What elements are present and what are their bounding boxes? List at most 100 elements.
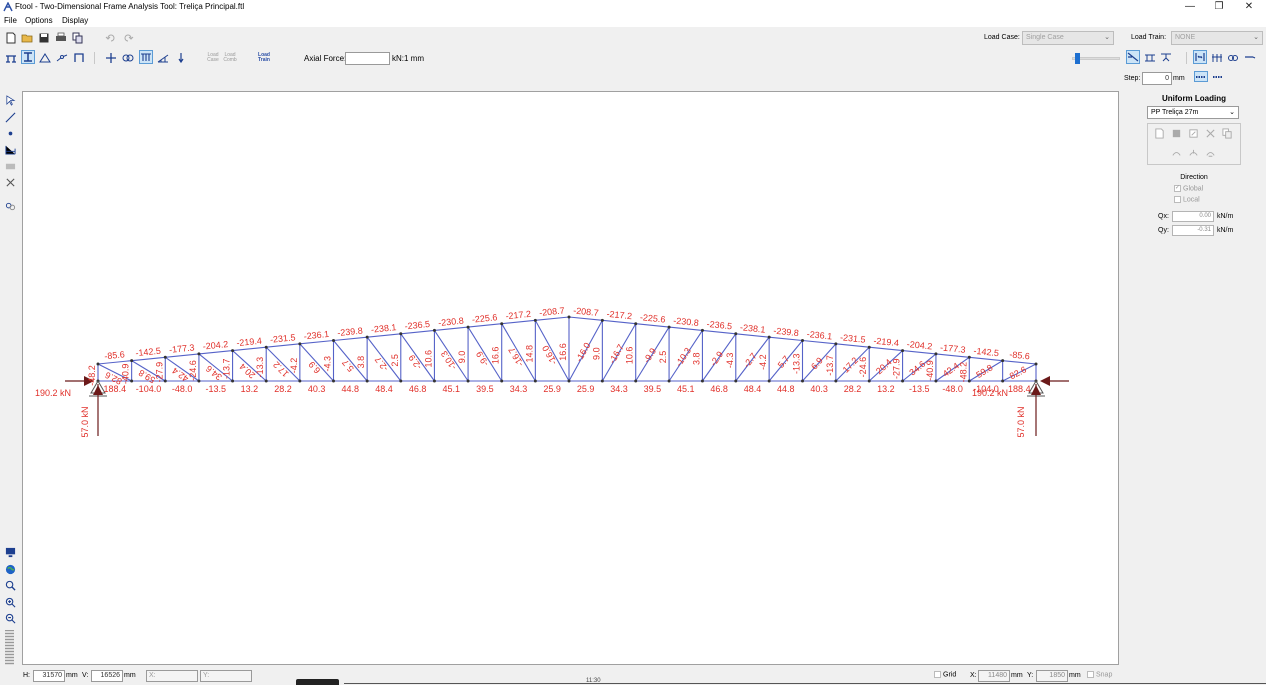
close-button[interactable]: ✕ <box>1237 0 1261 14</box>
select-arrow-icon[interactable] <box>3 93 17 107</box>
section-properties-icon[interactable] <box>21 50 35 64</box>
grid-tool-icon[interactable] <box>3 159 17 173</box>
print-icon[interactable] <box>54 31 68 45</box>
zoom-scale-bar[interactable] <box>5 630 14 665</box>
v-input[interactable]: 16526 <box>91 670 123 682</box>
copy-load-icon[interactable] <box>1222 128 1234 140</box>
uniform-loading-panel: Uniform Loading PP Treliça 27m ⌄ Directi… <box>1122 88 1266 665</box>
truss-node <box>700 328 704 332</box>
load-comb-tool[interactable]: Load Comb <box>223 53 237 63</box>
load-train-label: Load Train: <box>1131 34 1167 41</box>
step-left-icon[interactable] <box>1194 71 1208 82</box>
bending-moment-icon[interactable] <box>1226 51 1240 65</box>
support-icon[interactable] <box>4 51 18 65</box>
loading-select[interactable]: PP Treliça 27m ⌄ <box>1147 106 1239 119</box>
truss-node <box>298 379 302 383</box>
zoom-out-icon[interactable] <box>3 611 17 625</box>
triangle-support-icon[interactable] <box>38 51 52 65</box>
qy-input[interactable]: -0.31 <box>1172 225 1214 236</box>
moment-load-icon[interactable] <box>121 51 135 65</box>
deformed-icon[interactable] <box>1126 50 1140 64</box>
grid-checkbox[interactable]: Grid <box>934 671 956 678</box>
axial-force-diagram-icon[interactable] <box>1193 50 1207 64</box>
save-icon[interactable] <box>37 31 51 45</box>
restore-button[interactable]: ❐ <box>1207 0 1231 14</box>
qx-input[interactable]: 0.00 <box>1172 211 1214 222</box>
load-train-select[interactable]: NONE ⌄ <box>1171 31 1263 45</box>
linear-load-icon[interactable] <box>156 51 170 65</box>
load-info-icon[interactable] <box>1205 148 1217 160</box>
edit-load-icon[interactable] <box>1188 128 1200 140</box>
top-chord-force-label: -208.7 <box>573 305 599 318</box>
shear-force-icon[interactable] <box>1210 51 1224 65</box>
apply-load-icon[interactable] <box>1171 148 1183 160</box>
copy-icon[interactable] <box>71 31 85 45</box>
top-chord-force-label: -236.1 <box>806 329 832 342</box>
remove-load-icon[interactable] <box>1188 148 1200 160</box>
step-input[interactable]: 0 <box>1142 72 1172 85</box>
slider-thumb[interactable] <box>1075 53 1080 64</box>
scale-slider[interactable] <box>1072 53 1120 64</box>
minimize-button[interactable]: — <box>1178 0 1202 14</box>
monitor-icon[interactable] <box>3 545 17 559</box>
video-progress-track[interactable] <box>344 683 1266 684</box>
step-unit: mm <box>1173 75 1185 82</box>
delete-icon[interactable] <box>3 175 17 189</box>
top-chord-force-label: -230.8 <box>673 316 699 329</box>
vertical-force-label: -13.3 <box>792 353 802 374</box>
h-input[interactable]: 31570 <box>33 670 65 682</box>
hinge-icon[interactable] <box>55 51 69 65</box>
vertical-force-label: -13.7 <box>825 355 835 376</box>
bottom-chord-force-label: 40.3 <box>810 384 828 394</box>
menu-file[interactable]: File <box>4 16 17 25</box>
uniform-load-icon[interactable] <box>139 50 153 64</box>
menu-options[interactable]: Options <box>25 16 53 25</box>
envelope-icon[interactable] <box>1159 51 1173 65</box>
influence-line-icon[interactable] <box>1143 51 1157 65</box>
vertical-force-label: -40.9 <box>925 360 935 381</box>
diagonal-force-label: 5.7 <box>340 358 356 374</box>
step-right-icon[interactable] <box>1211 71 1225 82</box>
load-case-tool[interactable]: Load Case <box>206 53 220 63</box>
new-file-icon[interactable] <box>4 31 18 45</box>
top-chord-force-label: -239.8 <box>337 326 363 338</box>
snap-checkbox[interactable]: Snap <box>1087 671 1112 678</box>
load-train-tool[interactable]: Load Train <box>256 53 272 63</box>
video-time: 11:30 <box>586 678 601 684</box>
truss-node <box>163 355 167 359</box>
dimension-icon[interactable] <box>3 142 17 156</box>
delete-load-icon[interactable] <box>1205 128 1217 140</box>
coord-x-unit: mm <box>1011 672 1023 679</box>
node-load-icon[interactable] <box>104 51 118 65</box>
video-progress-thumb[interactable] <box>296 679 339 685</box>
open-folder-icon[interactable] <box>20 31 34 45</box>
drawing-canvas[interactable]: -85.6 188.4 -142.5 -104.0 -177.3 -48.0 -204.2-… <box>22 91 1119 665</box>
thermal-load-icon[interactable] <box>174 51 188 65</box>
right-vertical-reaction-label: 57.0 kN <box>1016 406 1026 437</box>
menu-display[interactable]: Display <box>62 16 88 25</box>
v-label: V: <box>82 672 89 679</box>
link-tool-icon[interactable] <box>3 199 17 213</box>
zoom-icon[interactable] <box>3 578 17 592</box>
truss-node <box>399 332 403 336</box>
draw-member-icon[interactable] <box>3 110 17 124</box>
new-load-icon[interactable] <box>1154 128 1166 140</box>
vertical-force-label: -4.3 <box>725 353 735 369</box>
diagonal-force-label: -16.7 <box>506 345 525 368</box>
local-checkbox[interactable]: Local <box>1174 196 1200 203</box>
insert-node-icon[interactable] <box>3 126 17 140</box>
redo-icon[interactable] <box>121 31 135 45</box>
vertical-force-label: -48.2 <box>87 365 97 386</box>
left-horizontal-reaction-label: 190.2 kN <box>35 388 71 398</box>
save-load-icon[interactable] <box>1171 128 1183 140</box>
truss-node <box>801 339 804 342</box>
undo-icon[interactable] <box>104 31 118 45</box>
axial-force-input[interactable] <box>345 52 390 65</box>
diagram-options-icon[interactable] <box>1243 51 1257 65</box>
load-case-select[interactable]: Single Case ⌄ <box>1022 31 1114 45</box>
bottom-chord-force-label: 48.4 <box>375 384 393 394</box>
globe-icon[interactable] <box>3 562 17 576</box>
global-checkbox[interactable]: ✓ Global <box>1174 185 1203 192</box>
zoom-in-icon[interactable] <box>3 595 17 609</box>
frame-icon[interactable] <box>72 51 86 65</box>
